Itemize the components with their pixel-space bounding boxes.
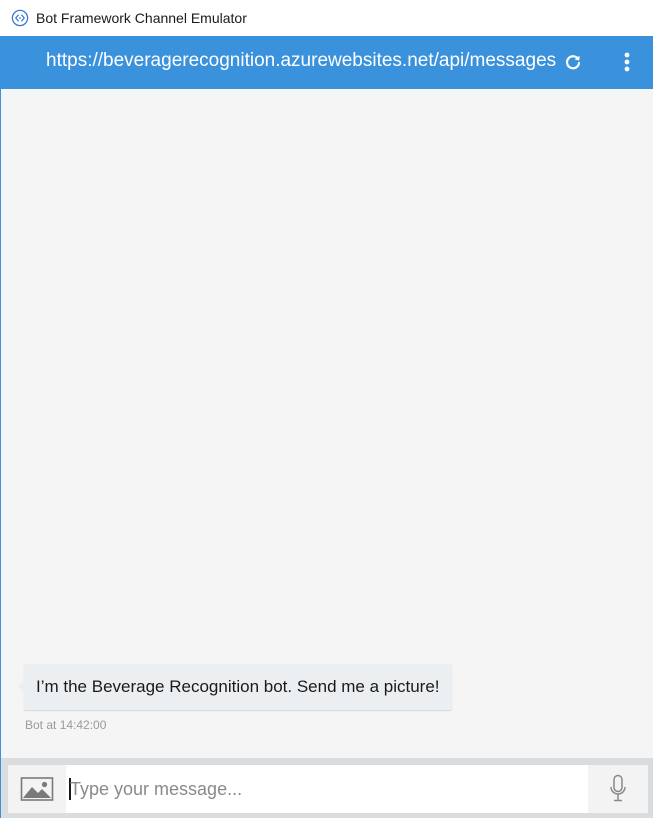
chat-transcript[interactable]: I’m the Beverage Recognition bot. Send m… [0, 89, 653, 758]
vertical-ellipsis-icon[interactable] [615, 49, 639, 75]
endpoint-header: https://beveragerecognition.azurewebsite… [0, 36, 653, 89]
window-titlebar: Bot Framework Channel Emulator [0, 0, 653, 36]
microphone-icon[interactable] [588, 765, 648, 813]
composer-box [8, 765, 648, 813]
window-title: Bot Framework Channel Emulator [36, 10, 247, 26]
bot-message-text: I’m the Beverage Recognition bot. Send m… [36, 677, 440, 696]
message-timestamp: Bot at 14:42:00 [25, 718, 107, 732]
endpoint-url: https://beveragerecognition.azurewebsite… [46, 50, 557, 71]
refresh-icon[interactable] [561, 50, 585, 74]
message-input[interactable] [68, 765, 586, 813]
message-composer [0, 758, 653, 818]
bot-framework-icon [10, 8, 30, 28]
bot-message-bubble: I’m the Beverage Recognition bot. Send m… [18, 664, 452, 710]
image-upload-icon[interactable] [8, 765, 66, 813]
